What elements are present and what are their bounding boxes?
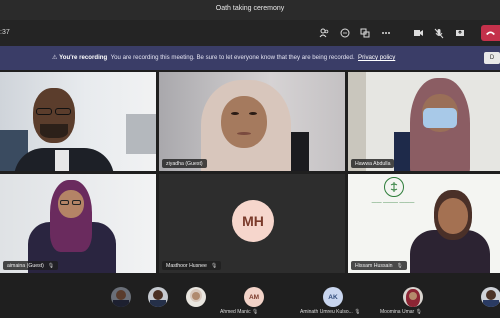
hangup-button[interactable] xyxy=(481,25,500,41)
mic-icon: 🎙 xyxy=(415,309,422,315)
recording-message: You are recording this meeting. Be sure … xyxy=(110,54,355,61)
meeting-toolbar: :37 xyxy=(0,20,500,46)
camera-icon[interactable] xyxy=(412,27,424,39)
mic-icon: 🎙 xyxy=(354,309,361,315)
strip-name: Moomina Umar 🎙 xyxy=(380,309,422,315)
strip-name: Aminath Umreu Kulso... 🎙 xyxy=(300,309,361,315)
video-tile-4: aimaina (Guest) 🎙 xyxy=(0,174,156,273)
title-bar: Oath taking ceremony xyxy=(0,0,500,20)
share-tray-icon[interactable] xyxy=(454,27,466,39)
mic-icon: 🎙 xyxy=(396,262,403,269)
participant-label: ziyadha (Guest) xyxy=(162,159,207,168)
dismiss-banner-button[interactable]: D xyxy=(484,52,500,64)
strip-name: Ahmed Manic 🎙 xyxy=(220,309,259,315)
mic-off-icon: 🎙 xyxy=(210,262,218,269)
recording-heading: You're recording xyxy=(59,54,108,61)
logo-text: —— ——— ——— xyxy=(371,200,415,206)
participant-label: aimaina (Guest) 🎙 xyxy=(3,261,59,270)
privacy-policy-link[interactable]: Privacy policy xyxy=(358,54,395,61)
strip-photo-moomina[interactable] xyxy=(403,287,423,307)
avatar-ahmed[interactable]: AM xyxy=(244,287,264,307)
video-tile-1 xyxy=(0,72,156,171)
strip-photo-1[interactable] xyxy=(111,287,131,307)
hangup-icon xyxy=(486,31,495,35)
meeting-timer: :37 xyxy=(0,29,10,36)
mic-icon: 🎙 xyxy=(47,262,55,269)
video-tile-6: —— ——— ——— Hissam Hussain 🎙 xyxy=(348,174,500,273)
strip-photo-7[interactable] xyxy=(481,287,500,307)
strip-photo-3[interactable] xyxy=(186,287,206,307)
more-icon[interactable] xyxy=(380,27,392,39)
emblem-logo xyxy=(384,177,404,197)
mic-off-icon[interactable] xyxy=(433,27,445,39)
participants-icon[interactable] xyxy=(318,27,330,39)
video-tile-3: Hawwa Abdulla xyxy=(348,72,500,171)
strip-photo-2[interactable] xyxy=(148,287,168,307)
share-icon[interactable] xyxy=(359,27,371,39)
chat-icon[interactable] xyxy=(339,27,351,39)
avatar-aminath[interactable]: AK xyxy=(323,287,343,307)
participant-label: Masthoor Husnee 🎙 xyxy=(162,261,222,270)
avatar: MH xyxy=(232,200,274,242)
participant-label: Hawwa Abdulla xyxy=(351,159,395,168)
recording-banner: ⚠ You're recording You are recording thi… xyxy=(0,46,500,70)
video-tile-2: ziyadha (Guest) xyxy=(159,72,345,171)
recording-message-line: ⚠ You're recording You are recording thi… xyxy=(52,54,395,61)
meeting-title: Oath taking ceremony xyxy=(215,5,285,12)
warning-icon: ⚠ xyxy=(52,54,58,61)
mic-icon: 🎙 xyxy=(251,309,259,315)
participant-label: Hissam Hussain 🎙 xyxy=(351,261,407,270)
